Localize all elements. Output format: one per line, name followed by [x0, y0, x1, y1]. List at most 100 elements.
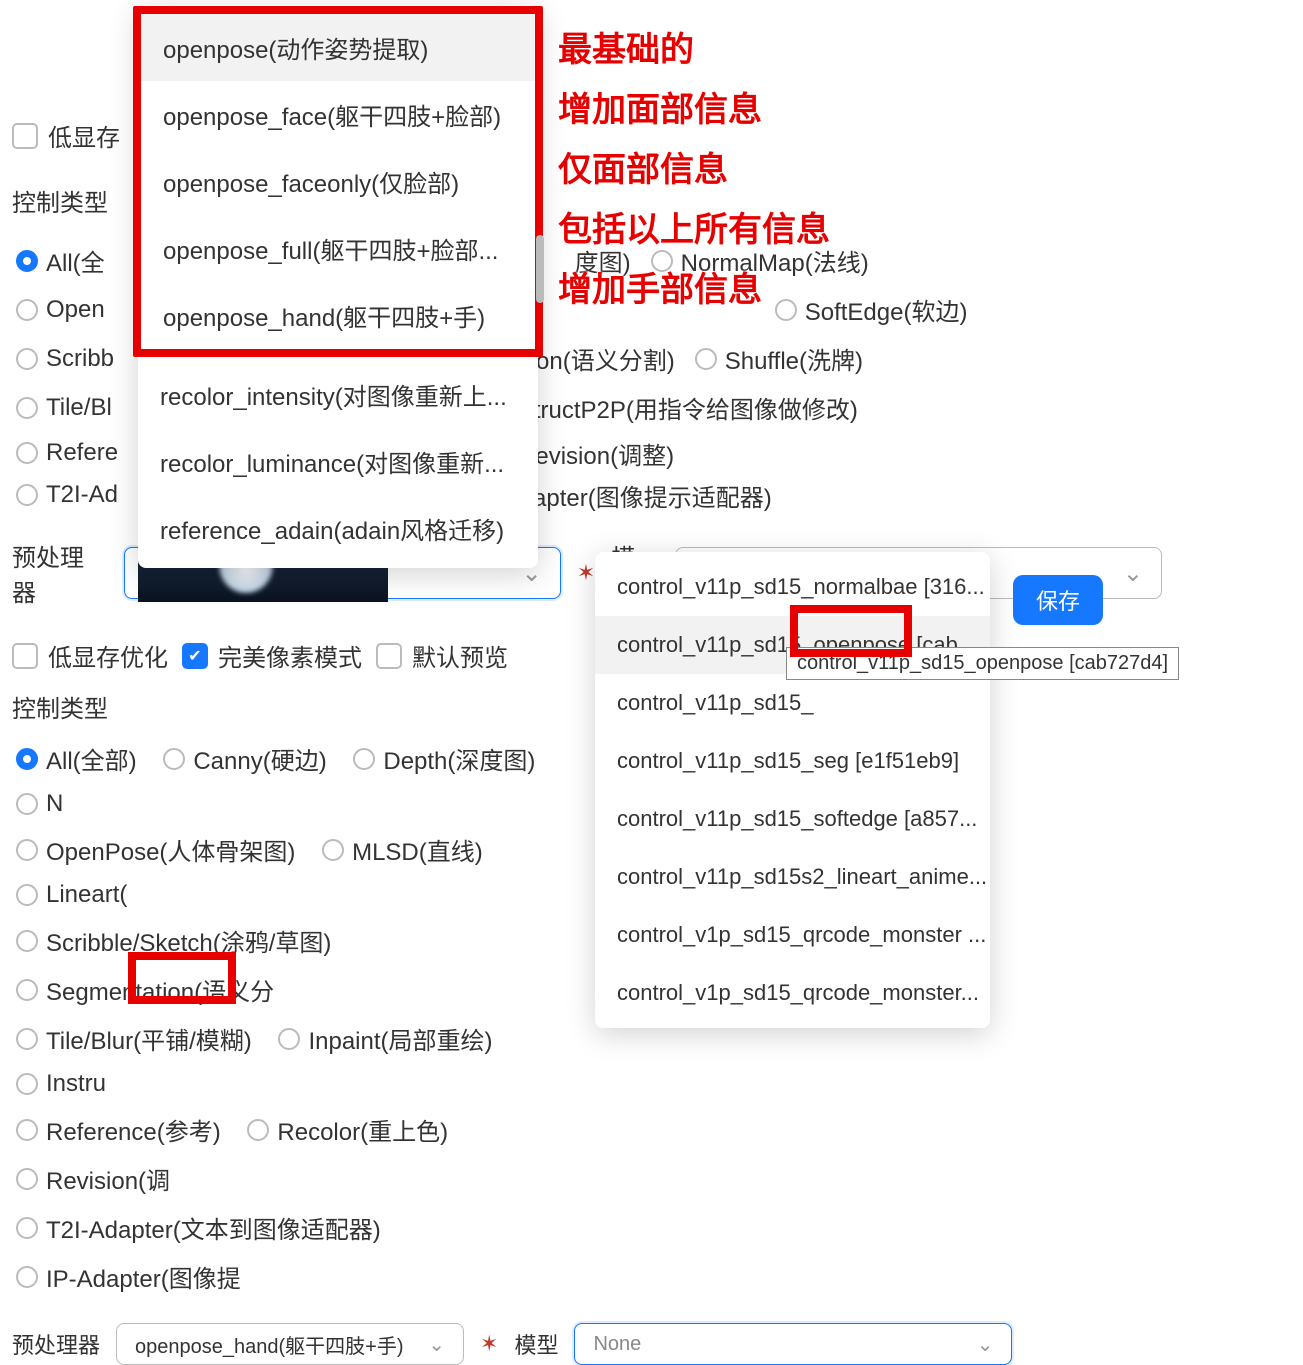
spark-icon[interactable]: ✶	[480, 1331, 498, 1357]
radio-label: Scribb	[46, 345, 114, 373]
radio-label: Tile/Blur(平铺/模糊)	[46, 1021, 252, 1056]
radio-label: T2I-Ad	[46, 481, 118, 509]
select-value: openpose_hand(躯干四肢+手)	[135, 1330, 403, 1359]
radio-recolor[interactable]: Recolor(重上色)	[247, 1112, 448, 1147]
radio-label: Instru	[46, 1070, 106, 1098]
preprocessor-dropdown[interactable]: openpose(动作姿势提取) openpose_face(躯干四肢+脸部) …	[138, 5, 538, 568]
checkbox-box	[12, 123, 38, 149]
low-vram-opt-checkbox[interactable]: 低显存优化	[12, 638, 168, 673]
radio-revision[interactable]: Revision(调	[16, 1161, 170, 1196]
dropdown-item[interactable]: openpose_face(躯干四肢+脸部)	[141, 81, 535, 148]
radio-label: Segmentation(语义分	[46, 972, 274, 1007]
dropdown-item[interactable]: openpose_hand(躯干四肢+手)	[141, 282, 535, 349]
annotation: 增加手部信息	[558, 262, 762, 311]
tooltip: control_v11p_sd15_openpose [cab727d4]	[786, 647, 1179, 680]
select-value: None	[593, 1333, 641, 1356]
model-select-bot[interactable]: None ⌄	[574, 1323, 1012, 1365]
radio-label: T2I-Adapter(文本到图像适配器)	[46, 1210, 381, 1245]
radio-label: Refere	[46, 439, 118, 467]
radio-label: Canny(硬边)	[193, 741, 326, 776]
radio-label: MLSD(直线)	[352, 832, 483, 867]
model-label: 模型	[514, 1328, 558, 1360]
radio-segmentation[interactable]: Segmentation(语义分	[16, 972, 274, 1007]
radio-n[interactable]: N	[16, 790, 63, 818]
radio-label: All(全部)	[46, 741, 137, 776]
radio-shuffle[interactable]: Shuffle(洗牌)	[695, 341, 863, 376]
radio-label: Shuffle(洗牌)	[725, 341, 863, 376]
radio-scribble[interactable]: Scribble/Sketch(涂鸦/草图)	[16, 923, 331, 958]
radio-reference[interactable]: Reference(参考)	[16, 1112, 221, 1147]
radio-tail: tion(语义分割)	[524, 341, 675, 376]
default-preview-checkbox[interactable]: 默认预览	[376, 638, 508, 673]
dropdown-item[interactable]: control_v11p_sd15_softedge [a857...	[595, 790, 990, 848]
radio-label: Lineart(	[46, 881, 127, 909]
low-vram-checkbox[interactable]: 低显存	[12, 118, 120, 153]
radio-label: Revision(调	[46, 1161, 170, 1196]
checkbox-label: 低显存	[48, 118, 120, 153]
checkbox-label: 完美像素模式	[218, 638, 362, 673]
radio-openpose-clip[interactable]: Open	[16, 296, 105, 324]
checkbox-label: 低显存优化	[48, 638, 168, 673]
preprocessor-label: 预处理器	[12, 538, 108, 608]
radio-scribble-clip[interactable]: Scribb	[16, 345, 114, 373]
spark-icon[interactable]: ✶	[577, 560, 595, 586]
radio-openpose[interactable]: OpenPose(人体骨架图)	[16, 832, 295, 867]
radio-all[interactable]: All(全	[16, 243, 105, 278]
model-dropdown[interactable]: control_v11p_sd15_normalbae [316... cont…	[595, 552, 990, 1028]
radio-instruct[interactable]: Instru	[16, 1070, 106, 1098]
radio-label: Reference(参考)	[46, 1112, 221, 1147]
radio-tail: apter(图像提示适配器)	[533, 478, 772, 513]
dropdown-item[interactable]: openpose_full(躯干四肢+脸部...	[141, 215, 535, 282]
radio-label: Scribble/Sketch(涂鸦/草图)	[46, 923, 331, 958]
dropdown-item[interactable]: recolor_luminance(对图像重新...	[138, 428, 538, 495]
checkbox-label: 默认预览	[412, 638, 508, 673]
radio-label: Open	[46, 296, 105, 324]
radio-canny[interactable]: Canny(硬边)	[163, 741, 326, 776]
dropdown-item[interactable]: openpose(动作姿势提取)	[141, 14, 535, 81]
radio-tile-clip[interactable]: Tile/Bl	[16, 394, 112, 422]
radio-label: Depth(深度图)	[383, 741, 535, 776]
radio-label: InstructP2P(用指令给图像做修改)	[502, 390, 858, 425]
dropdown-item[interactable]: recolor_intensity(对图像重新上...	[138, 361, 538, 428]
radio-label: SoftEdge(软边)	[805, 292, 968, 327]
radio-mlsd[interactable]: MLSD(直线)	[322, 832, 483, 867]
annotation: 仅面部信息	[558, 142, 728, 191]
dropdown-item[interactable]: control_v11p_sd15_normalbae [316...	[595, 558, 990, 616]
preprocessor-select-bot[interactable]: openpose_hand(躯干四肢+手) ⌄	[116, 1323, 464, 1365]
dropdown-item[interactable]: reference_adain(adain风格迁移)	[138, 495, 538, 562]
radio-label: Tile/Bl	[46, 394, 112, 422]
radio-ipadapter[interactable]: IP-Adapter(图像提	[16, 1259, 241, 1294]
checkbox-box	[12, 643, 38, 669]
chevron-down-icon: ⌄	[977, 1332, 994, 1357]
dropdown-item[interactable]: openpose_faceonly(仅脸部)	[141, 148, 535, 215]
dropdown-item[interactable]: control_v1p_sd15_qrcode_monster ...	[595, 906, 990, 964]
radio-t2i-clip[interactable]: T2I-Ad	[16, 481, 118, 509]
radio-inpaint[interactable]: Inpaint(局部重绘)	[278, 1021, 492, 1056]
chevron-down-icon: ⌄	[428, 1332, 445, 1357]
radio-label: All(全	[46, 243, 105, 278]
radio-reference-clip[interactable]: Refere	[16, 439, 118, 467]
radio-label: Inpaint(局部重绘)	[308, 1021, 492, 1056]
annotation: 最基础的	[558, 22, 694, 71]
radio-depth[interactable]: Depth(深度图)	[353, 741, 535, 776]
dropdown-item[interactable]: control_v1p_sd15_qrcode_monster...	[595, 964, 990, 1022]
radio-softedge[interactable]: SoftEdge(软边)	[775, 292, 968, 327]
radio-label: OpenPose(人体骨架图)	[46, 832, 295, 867]
radio-tile[interactable]: Tile/Blur(平铺/模糊)	[16, 1021, 252, 1056]
preprocessor-label: 预处理器	[12, 1328, 100, 1360]
radio-label: IP-Adapter(图像提	[46, 1259, 241, 1294]
perfect-pixel-checkbox[interactable]: ✔ 完美像素模式	[182, 638, 362, 673]
radio-all[interactable]: All(全部)	[16, 741, 137, 776]
scrollbar[interactable]	[536, 235, 544, 303]
radio-t2i[interactable]: T2I-Adapter(文本到图像适配器)	[16, 1210, 381, 1245]
dropdown-item[interactable]: control_v11p_sd15_seg [e1f51eb9]	[595, 732, 990, 790]
dropdown-item[interactable]: control_v11p_sd15s2_lineart_anime...	[595, 848, 990, 906]
radio-lineart[interactable]: Lineart(	[16, 881, 127, 909]
annotation: 包括以上所有信息	[558, 202, 830, 251]
checkbox-box	[376, 643, 402, 669]
checkbox-box: ✔	[182, 643, 208, 669]
dropdown-item[interactable]: control_v11p_sd15_	[595, 674, 990, 732]
annotation: 增加面部信息	[558, 82, 762, 131]
radio-label: N	[46, 790, 63, 818]
radio-label: Recolor(重上色)	[277, 1112, 448, 1147]
